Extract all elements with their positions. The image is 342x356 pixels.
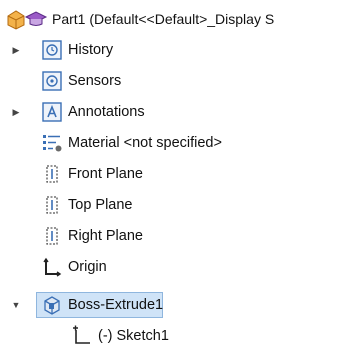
tree-item-label: Material <not specified> — [68, 135, 222, 151]
tree-item-label: Right Plane — [68, 228, 143, 244]
tree-item-label: Front Plane — [68, 166, 143, 182]
sensors-icon — [42, 71, 62, 91]
tree-item-label: Origin — [68, 259, 107, 275]
tree-item-origin[interactable]: Origin — [0, 252, 342, 282]
tree-root-part[interactable]: Part1 (Default<<Default>_Display S — [0, 4, 342, 34]
expand-arrow-icon[interactable]: ▶ — [10, 106, 22, 118]
tree-item-label: (-) Sketch1 — [98, 328, 169, 344]
sketch-icon — [73, 325, 90, 344]
part-title: Part1 (Default<<Default>_Display S — [52, 11, 275, 27]
tree-item-annotations[interactable]: ▶ Annotations — [0, 97, 342, 127]
collapse-arrow-icon[interactable]: ▼ — [10, 299, 22, 311]
tree-item-label: Top Plane — [68, 197, 133, 213]
tree-item-label: Annotations — [68, 104, 145, 120]
tree-item-boss-extrude1[interactable]: ▼ Boss-Extrude1 — [0, 290, 342, 320]
plane-icon — [46, 165, 58, 183]
boss-extrude-icon — [44, 296, 60, 315]
tree-item-right-plane[interactable]: Right Plane — [0, 221, 342, 251]
tree-item-sketch1[interactable]: (-) Sketch1 — [0, 321, 342, 351]
material-icon — [43, 135, 62, 152]
origin-icon — [43, 257, 62, 277]
plane-icon — [46, 196, 58, 214]
annotations-icon — [42, 102, 62, 122]
tree-item-top-plane[interactable]: Top Plane — [0, 190, 342, 220]
tree-item-sensors[interactable]: Sensors — [0, 66, 342, 96]
history-icon — [42, 40, 62, 60]
plane-icon — [46, 227, 58, 245]
tree-item-label: Boss-Extrude1 — [68, 297, 164, 313]
tree-item-material[interactable]: Material <not specified> — [0, 128, 342, 158]
expand-arrow-icon[interactable]: ▶ — [10, 44, 22, 56]
feature-manager-tree: Part1 (Default<<Default>_Display S ▶ His… — [0, 0, 342, 356]
tree-item-front-plane[interactable]: Front Plane — [0, 159, 342, 189]
tree-item-label: History — [68, 42, 114, 58]
tree-item-label: Sensors — [68, 73, 122, 89]
tree-item-history[interactable]: ▶ History — [0, 35, 342, 65]
display-state-icon — [24, 11, 48, 26]
